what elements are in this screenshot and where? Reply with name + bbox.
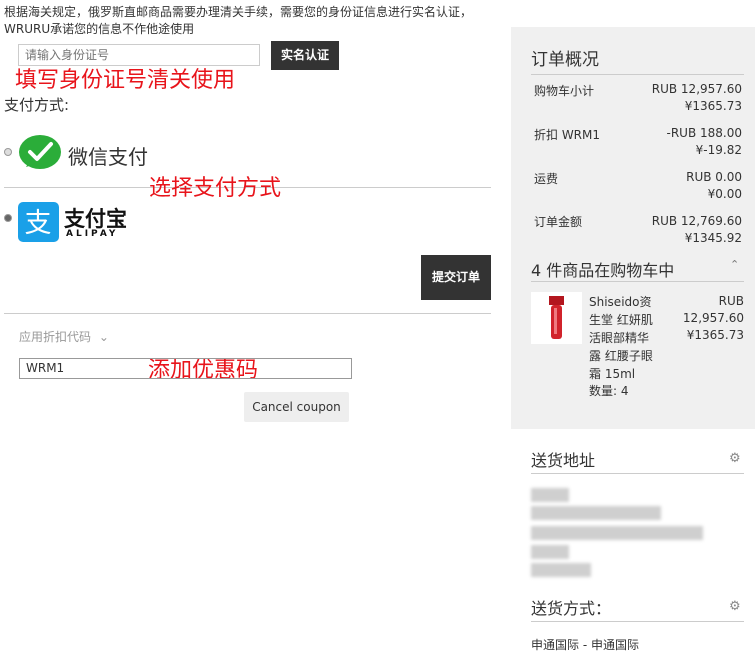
- discount-toggle-label: 应用折扣代码: [19, 330, 92, 344]
- product-quantity: 数量: 4: [589, 384, 629, 398]
- divider: [531, 281, 744, 282]
- discount-label: 折扣 WRM1: [534, 128, 601, 142]
- annotation-payment: 选择支付方式: [149, 176, 282, 201]
- redacted-address-line: [531, 488, 569, 502]
- divider: [531, 473, 744, 474]
- verify-id-button[interactable]: 实名认证: [271, 41, 339, 70]
- product-price: RUB 12,957.60 ¥1365.73: [660, 293, 744, 344]
- shipping-fee-label: 运费: [534, 172, 559, 186]
- redacted-address-line: [531, 506, 661, 520]
- cancel-coupon-button[interactable]: Cancel coupon: [244, 392, 349, 422]
- notice-line-2: WRURU承诺您的信息不作他途使用: [4, 22, 195, 36]
- discount-code-toggle[interactable]: 应用折扣代码 ⌄: [19, 328, 109, 345]
- product-image: [531, 292, 582, 344]
- gear-icon[interactable]: ⚙: [729, 599, 741, 614]
- divider: [531, 74, 744, 75]
- shipping-fee-value: RUB 0.00 ¥0.00: [602, 169, 742, 203]
- order-total-value: RUB 12,769.60 ¥1345.92: [602, 213, 742, 247]
- product-name[interactable]: Shiseido资生堂 红妍肌活眼部精华露 红腰子眼霜 15ml: [589, 293, 659, 383]
- annotation-id: 填写身份证号清关使用: [15, 68, 236, 93]
- divider: [4, 313, 491, 314]
- submit-order-button[interactable]: 提交订单: [421, 255, 491, 300]
- order-total-rub: RUB 12,769.60: [651, 214, 742, 228]
- discount-rub: -RUB 188.00: [666, 126, 743, 140]
- shipping-fee-rub: RUB 0.00: [686, 170, 742, 184]
- cart-items-title[interactable]: 4 件商品在购物车中: [531, 257, 674, 281]
- alipay-icon: 支: [18, 202, 59, 242]
- subtotal-cny: ¥1365.73: [684, 99, 742, 113]
- subtotal-label: 购物车小计: [534, 84, 595, 98]
- shipping-address-title: 送货地址: [531, 451, 596, 470]
- chevron-up-icon[interactable]: ⌃: [730, 258, 739, 271]
- divider: [531, 621, 744, 622]
- redacted-address-line: [531, 563, 591, 577]
- wechat-pay-label: 微信支付: [68, 145, 148, 169]
- redacted-address-line: [531, 526, 703, 540]
- shipping-method-title: 送货方式：: [531, 599, 612, 618]
- subtotal-value: RUB 12,957.60 ¥1365.73: [602, 81, 742, 115]
- wechat-radio[interactable]: [4, 148, 12, 156]
- redacted-address-line: [531, 545, 569, 559]
- order-total-cny: ¥1345.92: [684, 231, 742, 245]
- subtotal-rub: RUB 12,957.60: [651, 82, 742, 96]
- svg-text:支: 支: [25, 208, 52, 239]
- discount-value: -RUB 188.00 ¥-19.82: [602, 125, 743, 159]
- order-total-label: 订单金额: [534, 215, 583, 229]
- discount-cny: ¥-19.82: [695, 143, 742, 157]
- wechat-pay-icon: [18, 133, 62, 173]
- shipping-fee-cny: ¥0.00: [707, 187, 742, 201]
- coupon-code-input[interactable]: WRM1: [19, 358, 352, 379]
- shipping-method-value: 申通国际 - 申通国际: [531, 638, 639, 652]
- chevron-down-icon: ⌄: [98, 330, 109, 344]
- customs-notice: 根据海关规定，俄罗斯直邮商品需要办理清关手续，需要您的身份证信息进行实名认证， …: [4, 4, 484, 38]
- gear-icon[interactable]: ⚙: [729, 451, 741, 466]
- alipay-sublabel: ALIPAY: [66, 229, 119, 239]
- payment-title: 支付方式:: [4, 96, 70, 114]
- order-summary-title: 订单概况: [531, 50, 599, 70]
- product-price-rub: RUB 12,957.60: [682, 294, 744, 325]
- product-price-cny: ¥1365.73: [686, 328, 744, 342]
- notice-line-1: 根据海关规定，俄罗斯直邮商品需要办理清关手续，需要您的身份证信息进行实名认证，: [4, 5, 473, 19]
- alipay-radio[interactable]: [4, 214, 12, 222]
